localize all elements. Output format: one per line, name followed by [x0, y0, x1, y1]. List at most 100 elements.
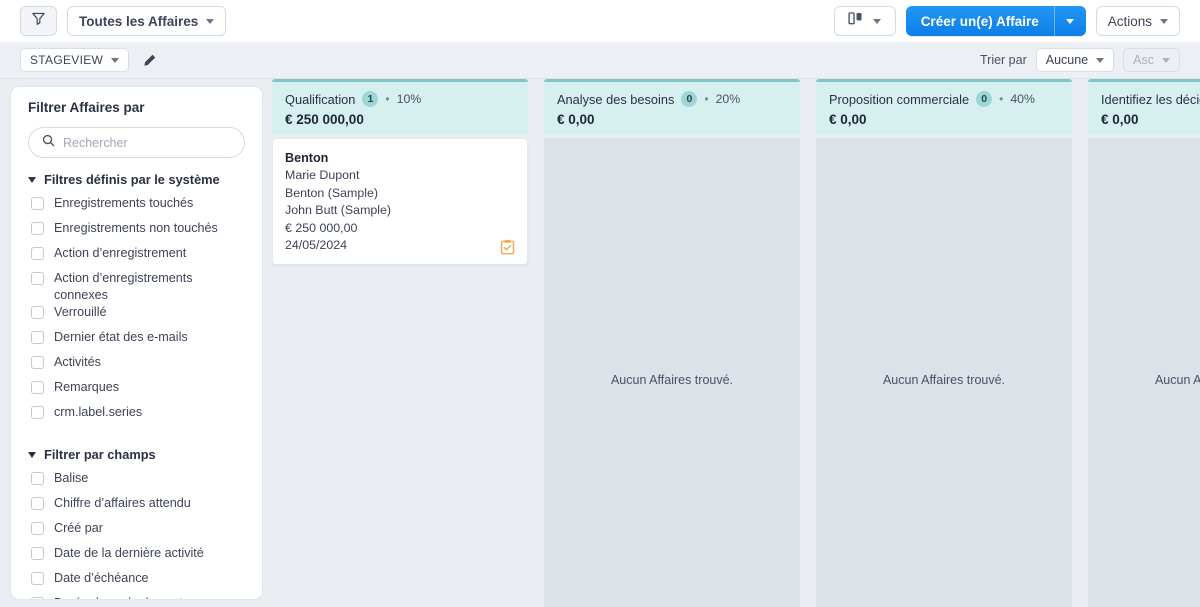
- column-count-badge: 1: [362, 91, 379, 107]
- kanban-column-body: Aucun Affaires trouvé.: [544, 138, 800, 607]
- kanban-column-header[interactable]: Proposition commerciale 0 • 40% € 0,00: [816, 79, 1072, 135]
- filter-checkbox[interactable]: [31, 572, 44, 585]
- filter-search-input[interactable]: [63, 135, 231, 150]
- filter-checkbox[interactable]: [31, 331, 44, 344]
- empty-column-message: Aucun Affaires trouvé.: [610, 373, 734, 387]
- view-mode-button[interactable]: [833, 6, 896, 36]
- search-icon: [42, 134, 55, 152]
- filter-checkbox[interactable]: [31, 381, 44, 394]
- filter-group-header[interactable]: Filtrer par champs: [11, 447, 262, 462]
- sort-by-label: Trier par: [979, 53, 1027, 67]
- filter-checkbox[interactable]: [31, 547, 44, 560]
- filter-option-row[interactable]: Chiffre d’affaires attendu: [11, 495, 262, 520]
- filter-option-row[interactable]: Durée du cycle de vente: [11, 595, 262, 599]
- filter-option-row[interactable]: Balise: [11, 470, 262, 495]
- filter-option-label: crm.label.series: [54, 405, 143, 419]
- filter-option-label: Date de la dernière activité: [54, 546, 204, 560]
- column-count-badge: 0: [681, 91, 698, 107]
- filter-option-label: Dernier état des e-mails: [54, 330, 188, 344]
- separator-dot: •: [704, 92, 709, 106]
- deal-account-name: Benton (Sample): [285, 185, 378, 200]
- sort-direction-value: Asc: [1133, 53, 1154, 67]
- deal-card[interactable]: Benton Marie Dupont Benton (Sample) John Bu…: [272, 138, 528, 265]
- filter-option-label: Date d’échéance: [54, 571, 149, 585]
- filter-option-row[interactable]: Verrouillé: [11, 304, 262, 329]
- filter-option-row[interactable]: Enregistrements touchés: [11, 195, 262, 220]
- filter-checkbox[interactable]: [31, 497, 44, 510]
- column-header-line: Analyse des besoins 0 • 20%: [557, 91, 787, 107]
- task-clipboard-icon[interactable]: [500, 239, 515, 255]
- chevron-down-icon: [1096, 57, 1105, 63]
- filter-checkbox[interactable]: [31, 522, 44, 535]
- filter-option-row[interactable]: Action d’enregistrement: [11, 245, 262, 270]
- filter-checkbox[interactable]: [31, 247, 44, 260]
- filter-checkbox[interactable]: [31, 406, 44, 419]
- filter-option-row[interactable]: Activités: [11, 354, 262, 379]
- filter-checkbox[interactable]: [31, 272, 44, 285]
- kanban-column-header[interactable]: Identifiez les décideurs0•60% € 0,00: [1088, 79, 1200, 135]
- column-total-amount: € 250 000,00: [285, 112, 364, 127]
- kanban-column: Qualification 1 • 10% € 250 000,00 Benton Mari…: [272, 79, 528, 607]
- toolbar-left-group: Toutes les Affaires: [0, 6, 227, 36]
- deal-card-footer: 24/05/2024: [285, 237, 515, 255]
- chevron-down-icon: [1066, 18, 1075, 24]
- empty-column-message: Aucun Affaires trouvé.: [1154, 373, 1200, 387]
- filter-option-label: Chiffre d’affaires attendu: [54, 496, 191, 510]
- create-deal-dropdown-button[interactable]: [1053, 6, 1086, 36]
- filter-option-label: Enregistrements non touchés: [54, 221, 218, 235]
- view-selector-button[interactable]: Toutes les Affaires: [67, 6, 227, 36]
- kanban-column: Analyse des besoins 0 • 20% € 0,00 Aucun Affa…: [544, 79, 800, 607]
- stageview-label: STAGEVIEW: [30, 53, 104, 67]
- filter-option-row[interactable]: Date d’échéance: [11, 570, 262, 595]
- filter-option-row[interactable]: Dernier état des e-mails: [11, 329, 262, 354]
- sort-field-selector[interactable]: Aucune: [1035, 48, 1115, 72]
- filter-option-row[interactable]: Enregistrements non touchés: [11, 220, 262, 245]
- column-header-line: Proposition commerciale 0 • 40%: [829, 91, 1059, 107]
- column-header-line: Qualification 1 • 10%: [285, 91, 515, 107]
- column-total-amount: € 0,00: [557, 112, 595, 127]
- stageview-selector[interactable]: STAGEVIEW: [20, 48, 130, 72]
- kanban-column-header[interactable]: Qualification 1 • 10% € 250 000,00: [272, 79, 528, 135]
- kanban-column-body: Aucun Affaires trouvé.: [1088, 138, 1200, 607]
- kanban-columns-icon: [848, 11, 864, 31]
- filter-toggle-button[interactable]: [20, 6, 57, 36]
- column-probability: 20%: [715, 92, 741, 106]
- subbar-right-group: Trier par Aucune Asc: [980, 48, 1200, 72]
- filter-option-row[interactable]: Date de la dernière activité: [11, 545, 262, 570]
- chevron-down-icon: [111, 57, 120, 63]
- filter-sidebar-title: Filtrer Affaires par: [28, 100, 145, 115]
- chevron-down-icon: [28, 451, 36, 458]
- filter-search-box[interactable]: [28, 127, 245, 158]
- chevron-down-icon: [206, 18, 215, 24]
- filter-option-row[interactable]: Créé par: [11, 520, 262, 545]
- filter-group-label: Filtres définis par le système: [44, 172, 220, 187]
- create-deal-button[interactable]: Créer un(e) Affaire: [905, 6, 1054, 36]
- filter-checkbox[interactable]: [31, 597, 44, 599]
- filter-option-row[interactable]: crm.label.series: [11, 404, 262, 429]
- filter-group-header[interactable]: Filtres définis par le système: [11, 172, 262, 187]
- filter-checkbox[interactable]: [31, 356, 44, 369]
- column-stage-name: Identifiez les décideurs: [1101, 91, 1200, 107]
- column-total-amount: € 0,00: [829, 112, 867, 127]
- chevron-down-icon: [1160, 18, 1168, 24]
- filter-checkbox[interactable]: [31, 472, 44, 485]
- chevron-down-icon: [1162, 57, 1170, 63]
- kanban-column-body: Benton Marie Dupont Benton (Sample) John Bu…: [272, 138, 528, 607]
- sort-direction-selector[interactable]: Asc: [1123, 48, 1180, 72]
- top-toolbar: Toutes les Affaires Créer un(e) Affaire: [0, 0, 1200, 42]
- deal-owner-name: John Butt (Sample): [285, 203, 392, 218]
- filter-option-label: Créé par: [54, 521, 103, 535]
- filter-checkbox[interactable]: [31, 306, 44, 319]
- pencil-icon[interactable]: [142, 53, 157, 68]
- chevron-down-icon: [873, 18, 882, 24]
- actions-button[interactable]: Actions: [1095, 6, 1180, 36]
- kanban-column: Proposition commerciale 0 • 40% € 0,00 Aucun …: [816, 79, 1072, 607]
- filter-option-row[interactable]: Remarques: [11, 379, 262, 404]
- filter-option-row[interactable]: Action d’enregistrements connexes: [11, 270, 262, 304]
- sort-field-value: Aucune: [1045, 53, 1089, 67]
- filter-option-label: Activités: [54, 355, 101, 369]
- kanban-column-header[interactable]: Analyse des besoins 0 • 20% € 0,00: [544, 79, 800, 135]
- filter-checkbox[interactable]: [31, 197, 44, 210]
- column-stage-name: Qualification: [285, 91, 356, 107]
- filter-checkbox[interactable]: [31, 222, 44, 235]
